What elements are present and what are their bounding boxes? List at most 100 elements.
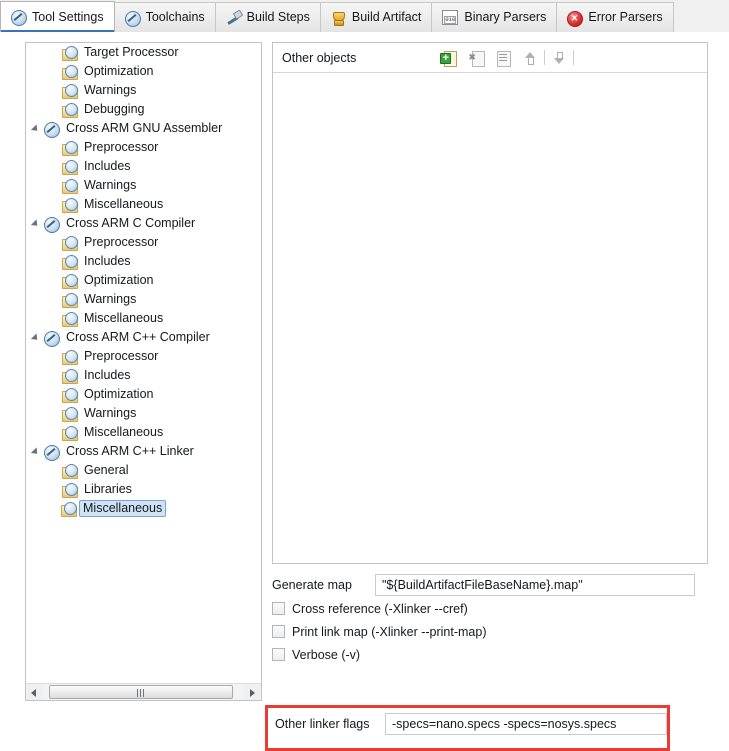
tree-item-label: Cross ARM GNU Assembler [66,121,223,135]
checkbox-icon[interactable] [272,625,285,638]
other-objects-toolbar [440,49,575,67]
binary-file-icon [442,10,459,25]
toolbar-separator [544,50,546,65]
other-objects-list[interactable] [273,73,707,563]
tab-toolchains[interactable]: Toolchains [113,2,216,32]
tree-item-label: Preprocessor [84,140,159,154]
expand-arrow-icon[interactable] [30,214,43,233]
checkbox-row[interactable]: Print link map (-Xlinker --print-map) [272,620,708,643]
add-icon[interactable] [440,49,458,67]
tool-settings-pane: Other objects Generate map "${BuildArtif… [272,42,708,735]
tab-build-steps[interactable]: Build Steps [214,2,321,32]
tree-item-label: Includes [84,159,131,173]
delete-icon[interactable] [467,49,486,67]
settings-tree[interactable]: Target Processor Optimization Warnings Debu… [26,43,261,683]
scrollbar-track[interactable] [43,683,244,700]
tree-item-debugging[interactable]: Debugging [26,100,261,119]
move-up-icon[interactable] [521,49,539,67]
folder-tool-icon [61,273,78,289]
tree-item-cross-arm-c-compiler[interactable]: Cross ARM C++ Compiler [26,328,261,347]
tree-item-warnings[interactable]: Warnings [26,404,261,423]
move-down-icon[interactable] [550,49,568,67]
tree-item-label: Miscellaneous [79,500,167,517]
tree-item-warnings[interactable]: Warnings [26,290,261,309]
tree-item-label: Debugging [84,102,145,116]
tree-item-label: Cross ARM C++ Linker [66,444,194,458]
tree-item-includes[interactable]: Includes [26,252,261,271]
tree-item-cross-arm-gnu-assembler[interactable]: Cross ARM GNU Assembler [26,119,261,138]
tree-item-label: Optimization [84,387,154,401]
tab-build-artifact[interactable]: Build Artifact [319,2,433,32]
tree-item-preprocessor[interactable]: Preprocessor [26,347,261,366]
edit-icon[interactable] [494,49,512,67]
tree-item-label: Miscellaneous [84,425,164,439]
scroll-left-arrow-icon[interactable] [26,684,43,700]
folder-tool-icon [61,387,78,403]
expand-arrow-icon[interactable] [30,442,43,461]
expand-arrow-icon[interactable] [30,328,43,347]
other-linker-flags-row: Other linker flags -specs=nano.specs -sp… [266,711,708,737]
tree-item-cross-arm-c-compiler[interactable]: Cross ARM C Compiler [26,214,261,233]
tree-item-cross-arm-c-linker[interactable]: Cross ARM C++ Linker [26,442,261,461]
scrollbar-thumb[interactable] [49,684,233,699]
tab-label: Build Steps [246,10,310,25]
tab-label: Binary Parsers [464,10,547,25]
tree-item-miscellaneous[interactable]: Miscellaneous [26,499,261,518]
tree-item-optimization[interactable]: Optimization [26,271,261,290]
folder-tool-icon [61,406,78,422]
tree-item-includes[interactable]: Includes [26,157,261,176]
tab-tool-settings[interactable]: Tool Settings [0,1,115,32]
tree-item-general[interactable]: General [26,461,261,480]
checkbox-label: Cross reference (-Xlinker --cref) [292,601,468,616]
checkbox-icon[interactable] [272,648,285,661]
tree-item-label: Warnings [84,178,137,192]
folder-tool-icon [61,197,78,213]
tree-item-miscellaneous[interactable]: Miscellaneous [26,309,261,328]
other-linker-flags-input[interactable]: -specs=nano.specs -specs=nosys.specs [385,713,667,735]
folder-tool-icon [61,368,78,384]
checkbox-row[interactable]: Cross reference (-Xlinker --cref) [272,597,708,620]
generate-map-input[interactable]: "${BuildArtifactFileBaseName}.map" [375,573,695,596]
folder-tool-icon [61,45,78,61]
scroll-right-arrow-icon[interactable] [244,684,261,700]
folder-tool-icon [61,311,78,327]
tree-item-preprocessor[interactable]: Preprocessor [26,138,261,157]
checkbox-row[interactable]: Verbose (-v) [272,643,708,666]
tree-item-miscellaneous[interactable]: Miscellaneous [26,195,261,214]
tree-item-preprocessor[interactable]: Preprocessor [26,233,261,252]
tool-circle-icon [43,216,60,233]
tab-error-parsers[interactable]: Error Parsers [556,2,674,32]
checkbox-icon[interactable] [272,602,285,615]
tree-horizontal-scrollbar[interactable] [26,683,261,700]
error-circle-icon [566,10,584,27]
tree-item-optimization[interactable]: Optimization [26,62,261,81]
tab-binary-parsers[interactable]: Binary Parsers [431,2,558,32]
tree-item-libraries[interactable]: Libraries [26,480,261,499]
trophy-icon [330,10,346,26]
folder-tool-icon [61,482,78,498]
tree-item-miscellaneous[interactable]: Miscellaneous [26,423,261,442]
tree-item-optimization[interactable]: Optimization [26,385,261,404]
tree-item-includes[interactable]: Includes [26,366,261,385]
tab-label: Toolchains [145,10,205,25]
tree-item-warnings[interactable]: Warnings [26,176,261,195]
folder-tool-icon [61,292,78,308]
tree-item-warnings[interactable]: Warnings [26,81,261,100]
tree-item-target-processor[interactable]: Target Processor [26,43,261,62]
expand-arrow-icon[interactable] [30,119,43,138]
tree-item-label: Warnings [84,406,137,420]
tool-circle-icon [43,121,60,138]
tree-item-label: Optimization [84,273,154,287]
